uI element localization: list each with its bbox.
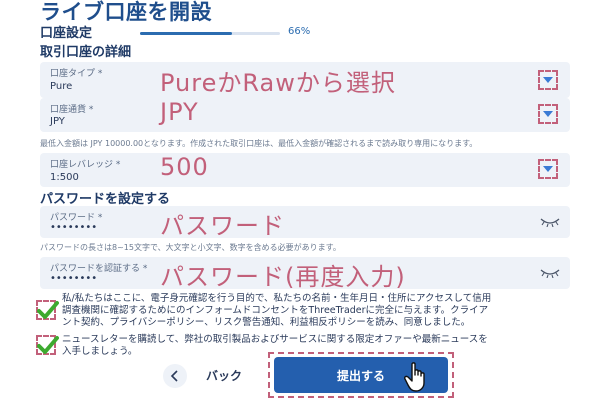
currency-dropdown[interactable]	[538, 104, 558, 124]
chevron-down-icon	[543, 77, 553, 83]
currency-label: 口座通貨 *	[50, 105, 94, 115]
terms-line-1: 私/私たちはここに、電子身元確認を行う目的で、私たちの名前・生年月日・住所にアク…	[62, 293, 492, 304]
check-icon	[37, 336, 59, 354]
eye-closed-icon[interactable]	[540, 268, 560, 278]
leverage-select[interactable]: 口座レバレッジ * 1:500	[40, 153, 570, 187]
chevron-left-icon	[170, 370, 178, 382]
currency-value: JPY	[50, 116, 65, 127]
terms-line-2: 調査機関に確認するためにのインフォームドコンセントをThreeTraderに完全…	[62, 305, 489, 316]
hand-pointer-icon	[404, 362, 425, 392]
terms-checkbox[interactable]	[36, 300, 59, 320]
account-type-value: Pure	[50, 81, 73, 92]
account-details-title: 取引口座の詳細	[40, 45, 132, 60]
password-rule-note: パスワードの長さは8~15文字で、大文字と小文字、数字を含める必要があります。	[40, 243, 341, 252]
leverage-dropdown[interactable]	[538, 159, 558, 179]
confirm-password-value: ••••••••	[50, 273, 98, 284]
password-field[interactable]: パスワード * ••••••••	[40, 206, 570, 238]
min-deposit-note: 最低入金額は JPY 10000.00となります。作成された取引口座は、最低入金…	[40, 139, 478, 148]
currency-select[interactable]: 口座通貨 * JPY	[40, 98, 570, 132]
newsletter-line-1: ニュースレターを購読して、弊社の取引製品およびサービスに関する限定オファーや最新…	[62, 334, 488, 345]
terms-consent: 私/私たちはここに、電子身元確認を行う目的で、私たちの名前・生年月日・住所にアク…	[36, 293, 566, 333]
account-type-annotation: PureかRawから選択	[160, 69, 396, 97]
password-section-title: パスワードを設定する	[40, 192, 171, 207]
password-value: ••••••••	[50, 222, 98, 233]
progress-bar	[140, 32, 280, 35]
newsletter-checkbox[interactable]	[36, 335, 59, 355]
leverage-value: 1:500	[50, 172, 79, 183]
account-type-label: 口座タイプ *	[50, 69, 103, 79]
confirm-password-annotation: パスワード(再度入力)	[160, 263, 406, 291]
currency-annotation: JPY	[160, 98, 199, 126]
chevron-down-icon	[543, 166, 553, 172]
step-label: 口座設定	[40, 26, 93, 41]
leverage-annotation: 500	[160, 153, 209, 181]
back-button[interactable]	[163, 364, 187, 388]
progress-percent: 66%	[288, 26, 311, 37]
chevron-down-icon	[543, 111, 553, 117]
eye-closed-icon[interactable]	[540, 217, 560, 227]
back-label[interactable]: バック	[206, 367, 242, 384]
terms-line-3: ント契約、プライバシーポリシー、リスク警告通知、利益相反ポリシーを読み、同意しま…	[62, 317, 471, 328]
leverage-label: 口座レバレッジ *	[50, 160, 121, 170]
terms-text: 私/私たちはここに、電子身元確認を行う目的で、私たちの名前・生年月日・住所にアク…	[62, 293, 592, 329]
account-type-dropdown[interactable]	[538, 70, 558, 90]
check-icon	[37, 301, 59, 319]
progress-fill	[140, 32, 233, 35]
password-annotation: パスワード	[160, 212, 285, 240]
